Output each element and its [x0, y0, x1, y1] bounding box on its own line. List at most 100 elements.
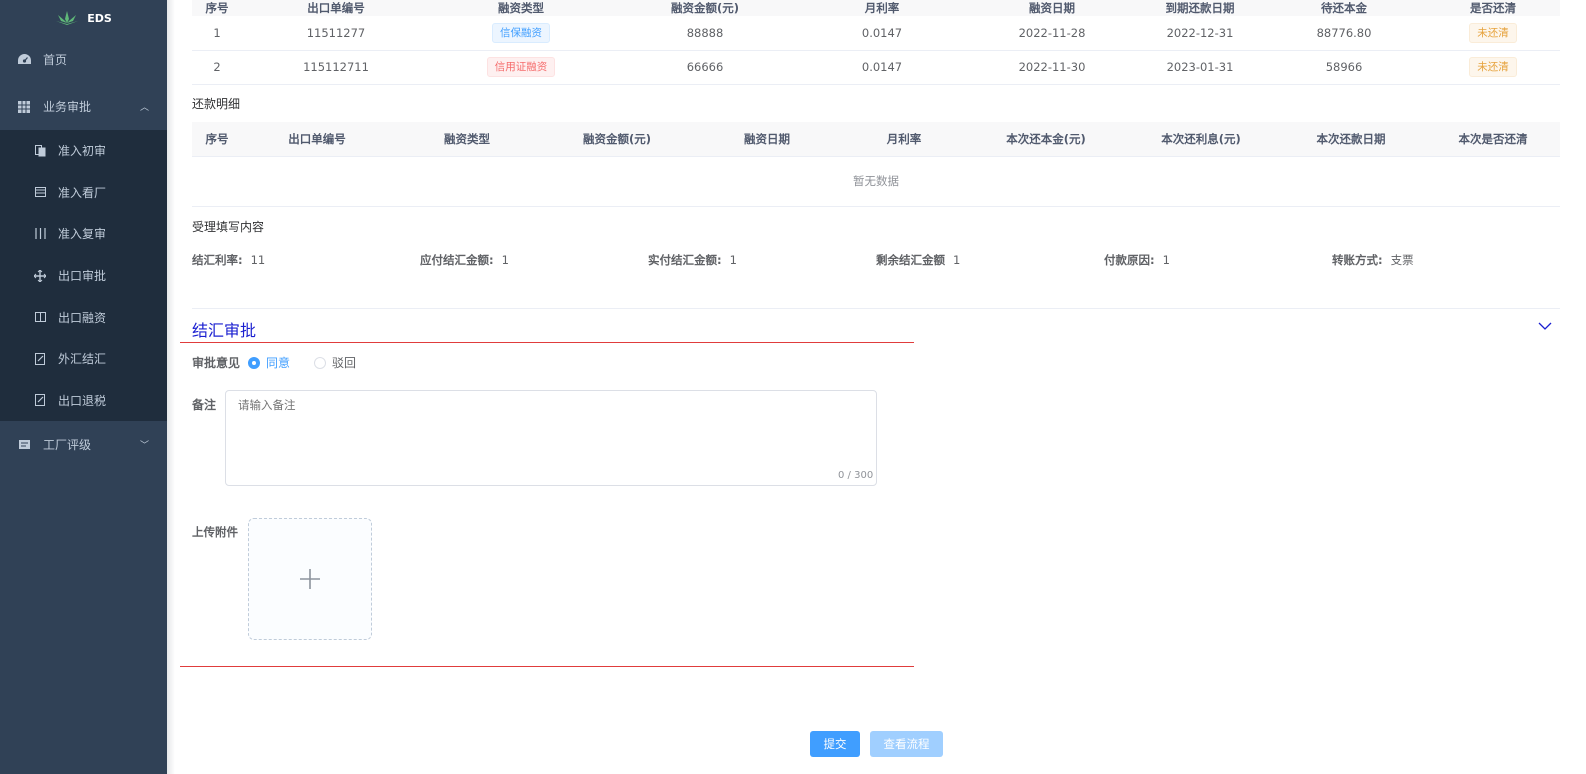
columns-icon	[34, 228, 46, 240]
sidebar-item-admission-initial[interactable]: 准入初审	[0, 130, 167, 172]
column-header: 本次还本金(元)	[966, 122, 1126, 157]
radio-agree[interactable]: 同意	[248, 354, 290, 371]
chevron-down-icon[interactable]	[1538, 320, 1552, 334]
red-divider-bottom	[180, 666, 914, 667]
cell-rate: 0.0147	[798, 16, 966, 51]
submit-button[interactable]: 提交	[810, 731, 860, 757]
approval-section-title: 结汇审批	[192, 321, 257, 340]
status-badge: 未还清	[1469, 22, 1517, 43]
sidebar-item-label: 外汇结汇	[58, 352, 107, 367]
sidebar-item-label: 出口融资	[58, 310, 107, 325]
cell-type: 信保融资	[430, 16, 612, 51]
chevron-down-icon: ﹀	[139, 441, 149, 452]
repayment-table: 序号 出口单编号 融资类型 融资金额(元) 融资日期 月利率 本次还本金(元) …	[192, 122, 1560, 207]
remark-char-count: 0 / 300	[838, 470, 874, 481]
column-header: 出口单编号	[242, 122, 392, 157]
edit-icon	[34, 394, 46, 407]
sidebar-item-export-approval[interactable]: 出口审批	[0, 255, 167, 297]
column-header: 待还本金	[1262, 0, 1426, 16]
app-logo[interactable]: EDS	[0, 0, 167, 36]
financing-type-tag: 信保融资	[492, 22, 550, 43]
sidebar-item-admission-visit[interactable]: 准入看厂	[0, 172, 167, 214]
field-paid-amount: 实付结汇金额: 1	[648, 253, 737, 267]
sidebar-item-business-approval[interactable]: 业务审批 ︿	[0, 83, 167, 130]
status-badge: 未还清	[1469, 57, 1517, 77]
dashboard-icon	[17, 54, 31, 65]
cell-status: 未还清	[1426, 16, 1560, 51]
sidebar-item-label: 准入初审	[58, 144, 107, 159]
empty-text: 暂无数据	[192, 156, 1560, 207]
financing-type-tag: 信用证融资	[486, 57, 556, 77]
move-icon	[34, 269, 46, 282]
chevron-up-icon: ︿	[139, 103, 149, 113]
sidebar-item-label: 准入复审	[58, 227, 107, 242]
column-header: 融资类型	[392, 122, 542, 157]
sidebar-item-factory-rating[interactable]: 工厂评级 ﹀	[0, 421, 167, 468]
info-title: 受理填写内容	[192, 220, 265, 234]
cell-order: 11511277	[242, 16, 430, 51]
grid-icon	[17, 100, 31, 113]
cell-no: 1	[192, 16, 242, 51]
view-flow-button[interactable]: 查看流程	[870, 731, 943, 757]
field-payment-reason: 付款原因: 1	[1104, 253, 1170, 267]
sidebar-item-fx-settlement[interactable]: 外汇结汇	[0, 338, 167, 380]
opinion-label: 审批意见	[192, 356, 241, 370]
window-icon	[34, 187, 46, 198]
upload-button[interactable]	[248, 518, 372, 640]
column-header: 本次是否还清	[1426, 122, 1560, 157]
table-row: 1 11511277 信保融资 88888 0.0147 2022-11-28 …	[192, 16, 1560, 51]
info-fields: 结汇利率: 11 应付结汇金额: 1 实付结汇金额: 1 剩余结汇金额 1 付款原因: 1…	[192, 252, 1560, 267]
approval-opinion: 审批意见 同意 驳回	[192, 354, 380, 371]
sidebar-item-label: 准入看厂	[58, 185, 107, 200]
cell-status: 未还清	[1426, 50, 1560, 85]
sidebar-item-admission-review[interactable]: 准入复审	[0, 213, 167, 255]
table-row: 2 115112711 信用证融资 66666 0.0147 2022-11-3…	[192, 50, 1560, 85]
column-header: 融资金额(元)	[612, 0, 798, 16]
cell-no: 2	[192, 50, 242, 85]
column-header: 本次还利息(元)	[1126, 122, 1276, 157]
column-header: 本次还款日期	[1276, 122, 1426, 157]
sidebar-shadow	[167, 0, 175, 774]
cell-type: 信用证融资	[430, 50, 612, 85]
cell-principal: 58966	[1262, 50, 1426, 85]
column-header: 月利率	[798, 0, 966, 16]
plus-icon	[300, 569, 320, 589]
field-transfer-method: 转账方式: 支票	[1332, 253, 1414, 267]
sidebar-item-export-tax-refund[interactable]: 出口退税	[0, 380, 167, 422]
cell-amount: 88888	[612, 16, 798, 51]
cell-rate: 0.0147	[798, 50, 966, 85]
red-divider-top	[180, 342, 914, 343]
field-fx-rate: 结汇利率: 11	[192, 253, 266, 267]
column-header: 融资金额(元)	[542, 122, 692, 157]
table-header-row: 序号 出口单编号 融资类型 融资金额(元) 月利率 融资日期 到期还款日期 待还…	[192, 0, 1560, 16]
table-header-row: 序号 出口单编号 融资类型 融资金额(元) 融资日期 月利率 本次还本金(元) …	[192, 122, 1560, 157]
edit-icon	[34, 352, 46, 365]
cell-amount: 66666	[612, 50, 798, 85]
sidebar-item-label: 业务审批	[43, 100, 92, 114]
cell-date: 2022-11-30	[966, 50, 1138, 85]
column-header: 融资日期	[692, 122, 842, 157]
column-header: 是否还清	[1426, 0, 1560, 16]
column-header: 到期还款日期	[1138, 0, 1262, 16]
column-header: 出口单编号	[242, 0, 430, 16]
submenu-business-approval: 准入初审 准入看厂 准入复审 出口审批 出口融资 外汇结汇 出口退税	[0, 130, 167, 422]
column-header: 序号	[192, 122, 242, 157]
sidebar-item-home[interactable]: 首页	[0, 36, 167, 83]
remark-label: 备注	[192, 398, 217, 412]
cell-due: 2023-01-31	[1138, 50, 1262, 85]
sidebar-item-label: 出口退税	[58, 393, 107, 408]
cell-principal: 88776.80	[1262, 16, 1426, 51]
sidebar-item-export-financing[interactable]: 出口融资	[0, 296, 167, 338]
field-remaining-amount: 剩余结汇金额 1	[876, 253, 961, 267]
sidebar-item-label: 首页	[43, 53, 68, 67]
radio-reject[interactable]: 驳回	[314, 354, 356, 371]
cell-order: 115112711	[242, 50, 430, 85]
cell-date: 2022-11-28	[966, 16, 1138, 51]
remark-textarea[interactable]	[225, 390, 877, 486]
cell-due: 2022-12-31	[1138, 16, 1262, 51]
empty-row: 暂无数据	[192, 156, 1560, 207]
radio-dot	[248, 356, 261, 369]
divider	[192, 308, 1560, 309]
logo-text: EDS	[87, 11, 112, 25]
sidebar: EDS 首页 业务审批 ︿ 准入初审 准入看厂 准入复审 出口审批 出口融资 外…	[0, 0, 167, 774]
